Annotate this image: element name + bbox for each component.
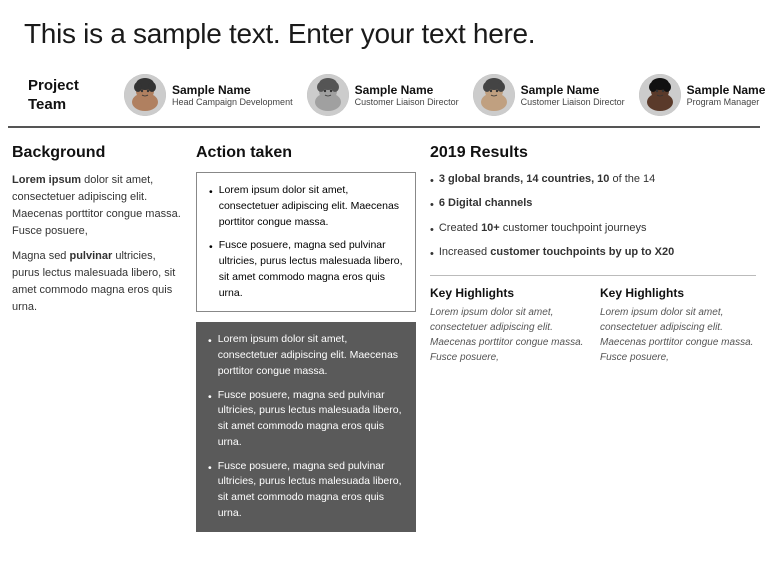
team-member-3: Sample NameProgram Manager (639, 74, 766, 116)
action-bullet-dark-1: • Lorem ipsum dolor sit amet, consectetu… (208, 332, 404, 379)
background-title: Background (12, 144, 182, 162)
team-member-2: Sample NameCustomer Liaison Director (473, 74, 625, 116)
main-content: Background Lorem ipsum dolor sit amet, c… (0, 128, 768, 542)
result-item-3: • Created 10+ customer touchpoint journe… (430, 221, 756, 238)
team-member-1: Sample NameCustomer Liaison Director (307, 74, 459, 116)
action-dark-box: • Lorem ipsum dolor sit amet, consectetu… (196, 322, 416, 531)
background-column: Background Lorem ipsum dolor sit amet, c… (12, 144, 182, 532)
highlight-title-1: Key Highlights (430, 286, 586, 300)
background-para-2: Magna sed pulvinar ultricies, purus lect… (12, 248, 182, 316)
bullet-icon: • (208, 334, 212, 379)
avatar (473, 74, 515, 116)
member-name: Sample Name (687, 83, 766, 97)
member-name: Sample Name (355, 83, 459, 97)
background-para-1: Lorem ipsum dolor sit amet, consectetuer… (12, 172, 182, 240)
bullet-icon: • (430, 247, 434, 262)
page-title: This is a sample text. Enter your text h… (24, 18, 744, 50)
action-column: Action taken • Lorem ipsum dolor sit ame… (196, 144, 416, 532)
member-info: Sample NameHead Campaign Development (172, 83, 293, 107)
member-title: Customer Liaison Director (355, 97, 459, 107)
bullet-icon: • (208, 390, 212, 451)
header: This is a sample text. Enter your text h… (0, 0, 768, 62)
highlight-text-2: Lorem ipsum dolor sit amet, consectetuer… (600, 305, 756, 365)
member-info: Sample NameCustomer Liaison Director (355, 83, 459, 107)
results-title: 2019 Results (430, 144, 756, 162)
project-team-section: Project Team Sample NameHead Campaign De… (8, 62, 760, 128)
team-members: Sample NameHead Campaign Development Sam… (124, 74, 765, 116)
member-name: Sample Name (521, 83, 625, 97)
team-member-0: Sample NameHead Campaign Development (124, 74, 293, 116)
member-title: Program Manager (687, 97, 766, 107)
highlight-title-2: Key Highlights (600, 286, 756, 300)
member-info: Sample NameProgram Manager (687, 83, 766, 107)
avatar (639, 74, 681, 116)
action-bullet-light-1: • Lorem ipsum dolor sit amet, consectetu… (209, 183, 403, 230)
highlight-text-1: Lorem ipsum dolor sit amet, consectetuer… (430, 305, 586, 365)
bullet-icon: • (209, 185, 213, 230)
bullet-icon: • (430, 198, 434, 213)
bullet-icon: • (430, 223, 434, 238)
bullet-icon: • (430, 174, 434, 189)
member-info: Sample NameCustomer Liaison Director (521, 83, 625, 107)
highlight-col-2: Key Highlights Lorem ipsum dolor sit ame… (600, 286, 756, 365)
bullet-icon: • (209, 240, 213, 301)
action-bullet-dark-2: • Fusce posuere, magna sed pulvinar ultr… (208, 388, 404, 451)
result-item-4: • Increased customer touchpoints by up t… (430, 245, 756, 262)
member-name: Sample Name (172, 83, 293, 97)
results-divider (430, 275, 756, 276)
action-bullet-light-2: • Fusce posuere, magna sed pulvinar ultr… (209, 238, 403, 301)
background-text: Lorem ipsum dolor sit amet, consectetuer… (12, 172, 182, 316)
result-item-2: • 6 Digital channels (430, 196, 756, 213)
highlights-row: Key Highlights Lorem ipsum dolor sit ame… (430, 286, 756, 365)
action-title: Action taken (196, 144, 416, 162)
member-title: Customer Liaison Director (521, 97, 625, 107)
result-item-1: • 3 global brands, 14 countries, 10 of t… (430, 172, 756, 189)
avatar (307, 74, 349, 116)
highlight-col-1: Key Highlights Lorem ipsum dolor sit ame… (430, 286, 586, 365)
results-list: • 3 global brands, 14 countries, 10 of t… (430, 172, 756, 263)
action-light-box: • Lorem ipsum dolor sit amet, consectetu… (196, 172, 416, 312)
member-title: Head Campaign Development (172, 97, 293, 107)
avatar (124, 74, 166, 116)
action-bullet-dark-3: • Fusce posuere, magna sed pulvinar ultr… (208, 459, 404, 522)
project-team-label: Project Team (28, 76, 108, 115)
results-column: 2019 Results • 3 global brands, 14 count… (430, 144, 756, 532)
bullet-icon: • (208, 461, 212, 522)
